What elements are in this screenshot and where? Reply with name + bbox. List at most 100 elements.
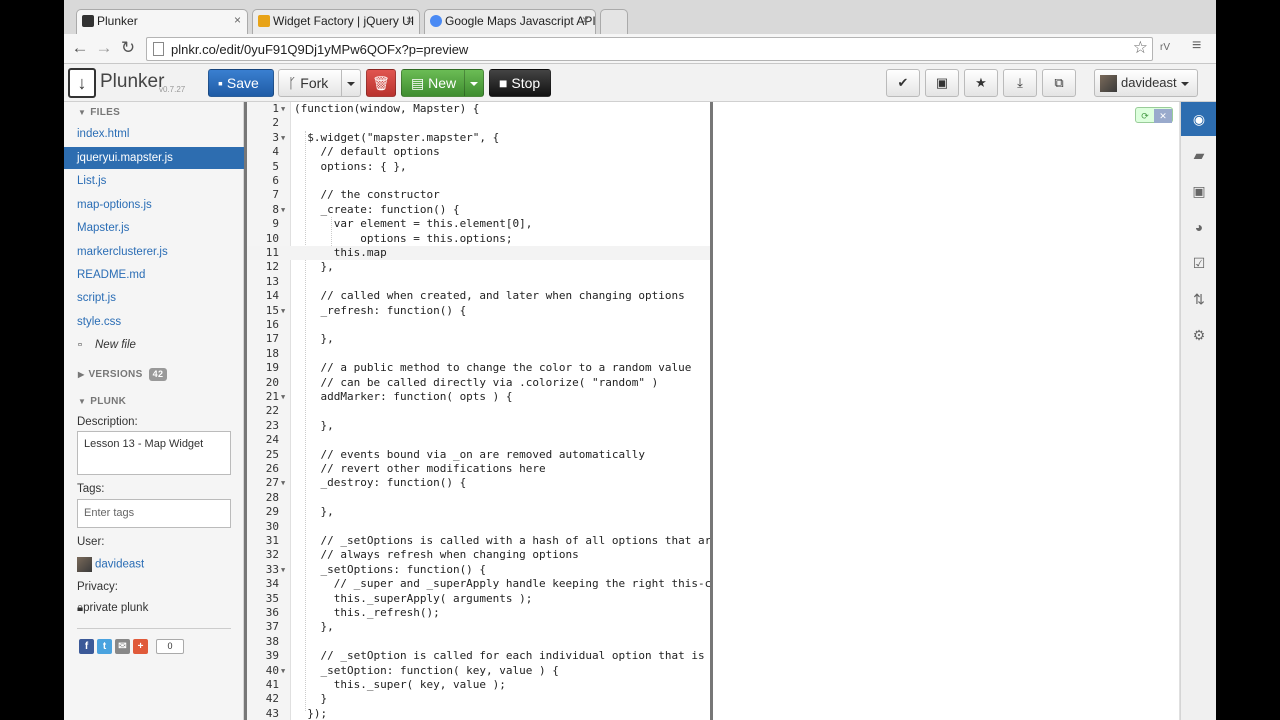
code-line[interactable]: 25 // events bound via _on are removed a… (247, 448, 710, 462)
file-item[interactable]: Mapster.js (64, 217, 244, 239)
code-line[interactable]: 9 var element = this.element[0], (247, 217, 710, 231)
code-line[interactable]: 38 (247, 635, 710, 649)
download-icon[interactable]: ⤓ (1003, 69, 1037, 97)
code-line[interactable]: 42 } (247, 692, 710, 706)
file-item[interactable]: map-options.js (64, 194, 244, 216)
star-icon[interactable]: ★ (964, 69, 998, 97)
code-line[interactable]: 40 ▼ _setOption: function( key, value ) { (247, 664, 710, 678)
fork-dropdown-button[interactable] (341, 69, 361, 97)
logo-text[interactable]: Plunker (100, 71, 164, 93)
code-editor[interactable]: 1 ▼ (function(window, Mapster) {2 3 ▼ $.widg… (244, 102, 713, 720)
share-plus-icon[interactable]: + (133, 639, 148, 654)
tags-input[interactable]: Enter tags (77, 499, 231, 528)
code-line[interactable]: 14 // called when created, and later whe… (247, 289, 710, 303)
code-line[interactable]: 11 this.map (247, 246, 710, 261)
code-line[interactable]: 8 ▼ _create: function() { (247, 203, 710, 217)
code-line[interactable]: 22 (247, 404, 710, 418)
code-line[interactable]: 28 (247, 491, 710, 505)
tab-close-icon[interactable]: × (406, 13, 413, 27)
checkbox-icon[interactable]: ☑ (1181, 246, 1216, 280)
new-dropdown-button[interactable] (464, 69, 484, 97)
fold-arrow-icon[interactable]: ▼ (281, 563, 285, 577)
eye-icon[interactable]: ◉ (1181, 102, 1216, 136)
bookmark-star-icon[interactable]: ☆ (1133, 38, 1148, 58)
code-line[interactable]: 26 // revert other modifications here (247, 462, 710, 476)
plunker-logo-icon[interactable]: ↓ (68, 68, 96, 98)
fold-arrow-icon[interactable]: ▼ (281, 131, 285, 145)
retweet-icon[interactable]: ⇅ (1181, 282, 1216, 316)
code-line[interactable]: 18 (247, 347, 710, 361)
fold-arrow-icon[interactable]: ▼ (281, 390, 285, 404)
user-menu-button[interactable]: davideast (1094, 69, 1198, 97)
twitter-icon[interactable]: t (97, 639, 112, 654)
fold-arrow-icon[interactable]: ▼ (281, 304, 285, 318)
code-line[interactable]: 29 }, (247, 505, 710, 519)
code-line[interactable]: 34 // _super and _superApply handle keep… (247, 577, 710, 591)
tab-plunker[interactable]: Plunker × (76, 9, 248, 34)
refresh-icon[interactable]: ⟳ (1136, 109, 1154, 123)
plunk-section-header[interactable]: ▼ PLUNK (78, 396, 126, 407)
file-item[interactable]: README.md (64, 264, 244, 286)
privacy-value[interactable]: 🔒︎private plunk (77, 602, 148, 615)
file-item[interactable]: script.js (64, 287, 244, 309)
code-line[interactable]: 33 ▼ _setOptions: function() { (247, 563, 710, 577)
file-item[interactable]: index.html (64, 123, 244, 145)
tab-google-maps[interactable]: Google Maps Javascript API × (424, 9, 596, 34)
new-tab-button[interactable] (600, 9, 628, 34)
code-line[interactable]: 7 // the constructor (247, 188, 710, 202)
code-line[interactable]: 39 // _setOption is called for each indi… (247, 649, 710, 663)
code-line[interactable]: 32 // always refresh when changing optio… (247, 548, 710, 562)
code-line[interactable]: 15 ▼ _refresh: function() { (247, 304, 710, 318)
user-link[interactable]: davideast (77, 557, 144, 573)
new-button[interactable]: ▤ New (401, 69, 465, 97)
tab-widget-factory[interactable]: Widget Factory | jQuery UI × (252, 9, 420, 34)
code-line[interactable]: 31 // _setOptions is called with a hash … (247, 534, 710, 548)
code-line[interactable]: 10 options = this.options; (247, 232, 710, 246)
code-line[interactable]: 12 }, (247, 260, 710, 274)
code-line[interactable]: 41 this._super( key, value ); (247, 678, 710, 692)
forward-icon[interactable]: → (94, 38, 114, 58)
code-line[interactable]: 37 }, (247, 620, 710, 634)
preview-controls[interactable]: ⟳ ✕ (1135, 107, 1173, 123)
address-bar[interactable]: plnkr.co/edit/0yuF91Q9Dj1yMPw6QOFx?p=pre… (146, 37, 1153, 61)
code-line[interactable]: 21 ▼ addMarker: function( opts ) { (247, 390, 710, 404)
tab-close-icon[interactable]: × (234, 13, 241, 27)
code-line[interactable]: 24 (247, 433, 710, 447)
code-line[interactable]: 13 (247, 275, 710, 289)
briefcase-icon[interactable]: ▣ (925, 69, 959, 97)
code-line[interactable]: 36 this._refresh(); (247, 606, 710, 620)
code-line[interactable]: 19 // a public method to change the colo… (247, 361, 710, 375)
stop-button[interactable]: ■ Stop (489, 69, 551, 97)
new-file-button[interactable]: ▫ New file (64, 334, 244, 356)
versions-section-header[interactable]: ▶ VERSIONS 42 (78, 368, 168, 381)
code-line[interactable]: 3 ▼ $.widget("mapster.mapster", { (247, 131, 710, 145)
code-line[interactable]: 35 this._superApply( arguments ); (247, 592, 710, 606)
code-line[interactable]: 6 (247, 174, 710, 188)
tab-close-icon[interactable]: × (582, 13, 589, 27)
code-line[interactable]: 2 (247, 116, 710, 130)
reload-icon[interactable]: ↻ (118, 38, 138, 58)
gear-icon[interactable]: ⚙ (1181, 318, 1216, 352)
back-icon[interactable]: ← (70, 38, 90, 58)
facebook-icon[interactable]: f (79, 639, 94, 654)
file-item[interactable]: markerclusterer.js (64, 241, 244, 263)
expand-icon[interactable]: ✕ (1154, 109, 1172, 123)
code-line[interactable]: 23 }, (247, 419, 710, 433)
file-item-active[interactable]: jqueryui.mapster.js (64, 147, 244, 169)
file-item[interactable]: List.js (64, 170, 244, 192)
code-line[interactable]: 16 (247, 318, 710, 332)
extension-icon[interactable]: rV (1160, 42, 1170, 53)
code-line[interactable]: 1 ▼ (function(window, Mapster) { (247, 102, 710, 116)
check-icon[interactable]: ✔ (886, 69, 920, 97)
fold-arrow-icon[interactable]: ▼ (281, 476, 285, 490)
code-line[interactable]: 20 // can be called directly via .colori… (247, 376, 710, 390)
email-icon[interactable]: ✉ (115, 639, 130, 654)
briefcase-icon[interactable]: ▣ (1181, 174, 1216, 208)
code-line[interactable]: 5 options: { }, (247, 160, 710, 174)
external-link-icon[interactable]: ⧉ (1042, 69, 1076, 97)
code-line[interactable]: 17 }, (247, 332, 710, 346)
fold-arrow-icon[interactable]: ▼ (281, 203, 285, 217)
fold-arrow-icon[interactable]: ▼ (281, 102, 285, 116)
book-icon[interactable]: ▰ (1181, 138, 1216, 172)
code-line[interactable]: 27 ▼ _destroy: function() { (247, 476, 710, 490)
